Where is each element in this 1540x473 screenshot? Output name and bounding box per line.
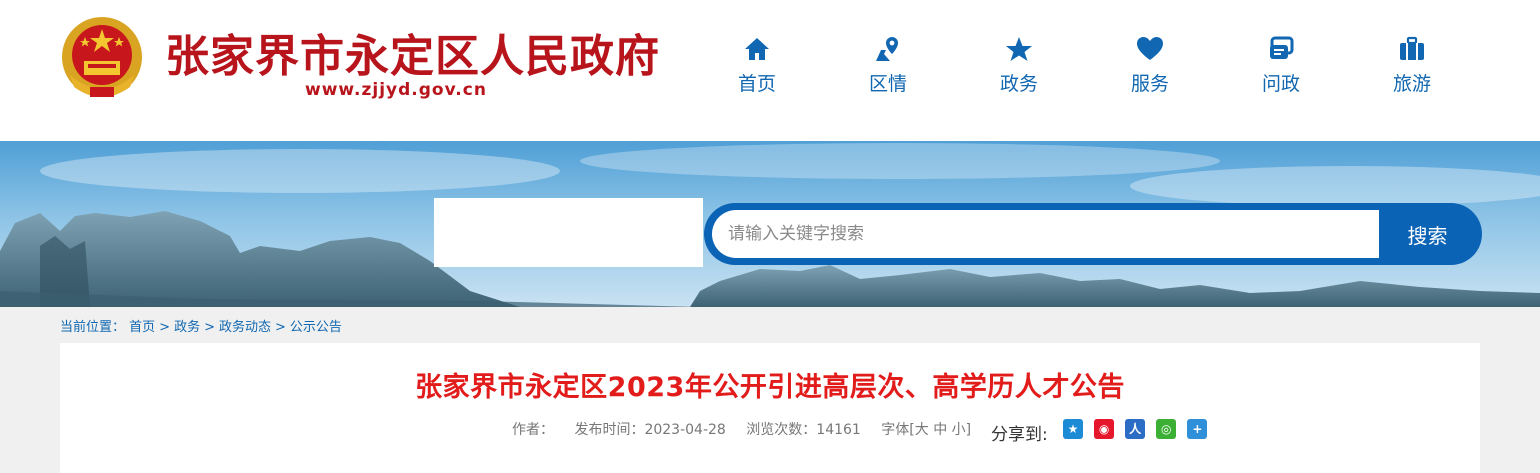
wechat-icon[interactable]: ◎ xyxy=(1156,418,1177,439)
breadcrumb-item-home[interactable]: 首页 xyxy=(129,320,155,335)
article-views: 浏览次数：14161 xyxy=(746,422,861,438)
site-url: www.zjjyd.gov.cn xyxy=(305,80,487,100)
search-button[interactable]: 搜索 xyxy=(1380,210,1475,258)
national-emblem-icon xyxy=(62,17,142,97)
breadcrumb: 当前位置： 首页 > 政务 > 政务动态 > 公示公告 xyxy=(60,316,342,335)
site-title: 张家界市永定区人民政府 xyxy=(165,31,660,82)
nav-item-tourism[interactable]: 旅游 xyxy=(1357,30,1467,100)
breadcrumb-item-notices[interactable]: 公示公告 xyxy=(290,320,342,335)
chat-icon xyxy=(1270,36,1294,59)
nav-label: 服务 xyxy=(1130,73,1169,95)
breadcrumb-separator: > xyxy=(159,320,171,335)
suitcase-icon xyxy=(1400,36,1424,60)
article-date: 发布时间：2023-04-28 xyxy=(574,422,726,438)
article-meta: 作者： 发布时间：2023-04-28 浏览次数：14161 字体[大 中 小] xyxy=(512,419,987,439)
nav-label: 旅游 xyxy=(1392,73,1431,95)
nav-item-home[interactable]: 首页 xyxy=(702,30,812,100)
nav-label: 首页 xyxy=(737,73,776,95)
renren-icon[interactable]: 人 xyxy=(1125,418,1146,439)
nav-item-inquiry[interactable]: 问政 xyxy=(1226,30,1336,100)
weibo-icon[interactable]: ◉ xyxy=(1094,418,1115,439)
nav-item-government[interactable]: 政务 xyxy=(964,30,1074,100)
breadcrumb-item-government[interactable]: 政务 xyxy=(174,320,200,335)
breadcrumb-prefix: 当前位置： xyxy=(60,320,126,335)
main-nav: 首页 区情 政务 服务 问政 旅游 xyxy=(690,30,1480,100)
nav-item-service[interactable]: 服务 xyxy=(1095,30,1205,100)
article-panel: 张家界市永定区2023年公开引进高层次、高学历人才公告 作者： 发布时间：202… xyxy=(60,343,1480,473)
location-icon xyxy=(876,37,898,61)
heart-icon xyxy=(1137,37,1163,60)
nav-label: 问政 xyxy=(1261,73,1300,95)
breadcrumb-item-news[interactable]: 政务动态 xyxy=(219,320,271,335)
breadcrumb-separator: > xyxy=(204,320,215,335)
search-spacer xyxy=(434,198,703,267)
font-size-switcher[interactable]: 字体[大 中 小] xyxy=(881,422,971,438)
search-input[interactable] xyxy=(712,210,1379,258)
home-icon xyxy=(745,38,769,60)
article-author: 作者： xyxy=(512,422,554,438)
share-icons: ★ ◉ 人 ◎ + xyxy=(1063,418,1213,439)
nav-item-district[interactable]: 区情 xyxy=(833,30,943,100)
share-label: 分享到: xyxy=(991,425,1048,445)
nav-label: 政务 xyxy=(999,73,1038,95)
nav-label: 区情 xyxy=(868,73,907,95)
qzone-icon[interactable]: ★ xyxy=(1063,418,1083,439)
star-icon xyxy=(1006,37,1032,61)
site-header: 张家界市永定区人民政府 www.zjjyd.gov.cn 首页 区情 政务 服务… xyxy=(0,0,1540,141)
more-share-icon[interactable]: + xyxy=(1187,418,1208,439)
article-title: 张家界市永定区2023年公开引进高层次、高学历人才公告 xyxy=(415,372,1125,403)
breadcrumb-separator: > xyxy=(275,320,286,335)
